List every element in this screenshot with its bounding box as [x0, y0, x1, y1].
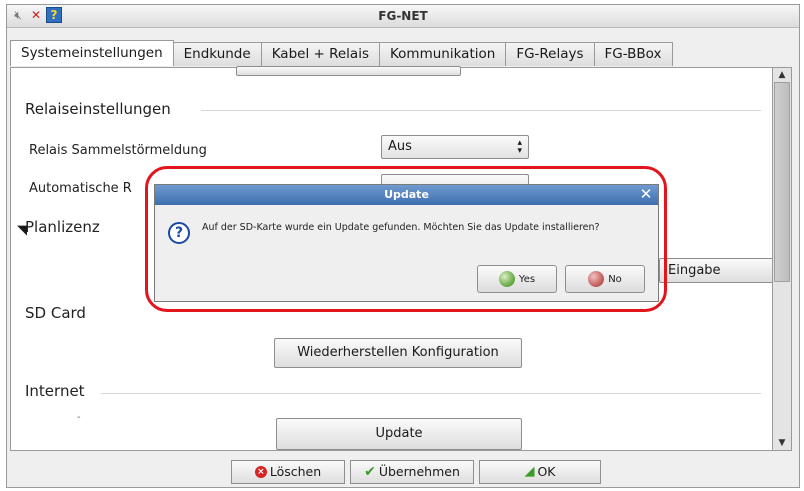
- tab-kommunikation[interactable]: Kommunikation: [378, 42, 507, 66]
- ok-thumb-icon: ◢: [524, 464, 535, 479]
- tab-fg-relays[interactable]: FG-Relays: [505, 42, 595, 66]
- delete-button[interactable]: × Löschen: [231, 460, 345, 484]
- separator: [201, 110, 761, 111]
- section-sd-card: SD Card: [25, 304, 86, 322]
- relais-sammel-select[interactable]: Aus ▴ ▾: [381, 135, 529, 159]
- eingabe-button[interactable]: Eingabe: [659, 258, 775, 283]
- tab-systemeinstellungen[interactable]: Systemeinstellungen: [10, 40, 174, 66]
- ok-button[interactable]: ◢ OK: [479, 460, 601, 484]
- separator: [101, 393, 761, 394]
- scroll-thumb[interactable]: [774, 82, 790, 282]
- section-internet: Internet: [25, 382, 85, 400]
- dash-mark: -: [77, 412, 81, 423]
- tab-bar: Systemeinstellungen Endkunde Kabel + Rel…: [10, 40, 673, 67]
- relais-sammel-label: Relais Sammelstörmeldung: [29, 143, 207, 158]
- update-button[interactable]: Update: [276, 418, 522, 450]
- vertical-scrollbar[interactable]: ▲ ▼: [772, 67, 792, 451]
- tab-kabel-relais[interactable]: Kabel + Relais: [260, 42, 380, 66]
- title-bar: 🔇︎ ✕ ? FG-NET: [7, 5, 799, 28]
- tab-fg-bbox[interactable]: FG-BBox: [593, 42, 673, 66]
- mouse-cursor-icon: ◥: [17, 223, 27, 238]
- restore-config-button[interactable]: Wiederherstellen Konfiguration: [274, 338, 522, 368]
- clipped-button[interactable]: [236, 66, 461, 76]
- red-highlight-outline: [145, 166, 667, 312]
- auto-relais-label: Automatische R: [29, 181, 132, 196]
- relais-sammel-value: Aus: [388, 139, 412, 154]
- delete-button-label: Löschen: [269, 464, 322, 479]
- checkmark-icon: ✔: [364, 464, 376, 480]
- tab-endkunde[interactable]: Endkunde: [172, 42, 262, 66]
- section-planlizenz: Planlizenz: [25, 218, 100, 236]
- apply-button[interactable]: ✔ Übernehmen: [350, 460, 474, 484]
- apply-button-label: Übernehmen: [378, 464, 460, 479]
- window-title: FG-NET: [378, 9, 428, 23]
- delete-icon: ×: [254, 466, 267, 478]
- chevron-updown-icon: ▴ ▾: [517, 138, 522, 156]
- scroll-down-icon[interactable]: ▼: [775, 437, 789, 449]
- scroll-up-icon[interactable]: ▲: [775, 69, 789, 81]
- bottom-action-bar: × Löschen ✔ Übernehmen ◢ OK: [0, 452, 792, 484]
- section-relaiseinstellungen: Relaiseinstellungen: [25, 100, 171, 118]
- ok-button-label: OK: [537, 464, 556, 479]
